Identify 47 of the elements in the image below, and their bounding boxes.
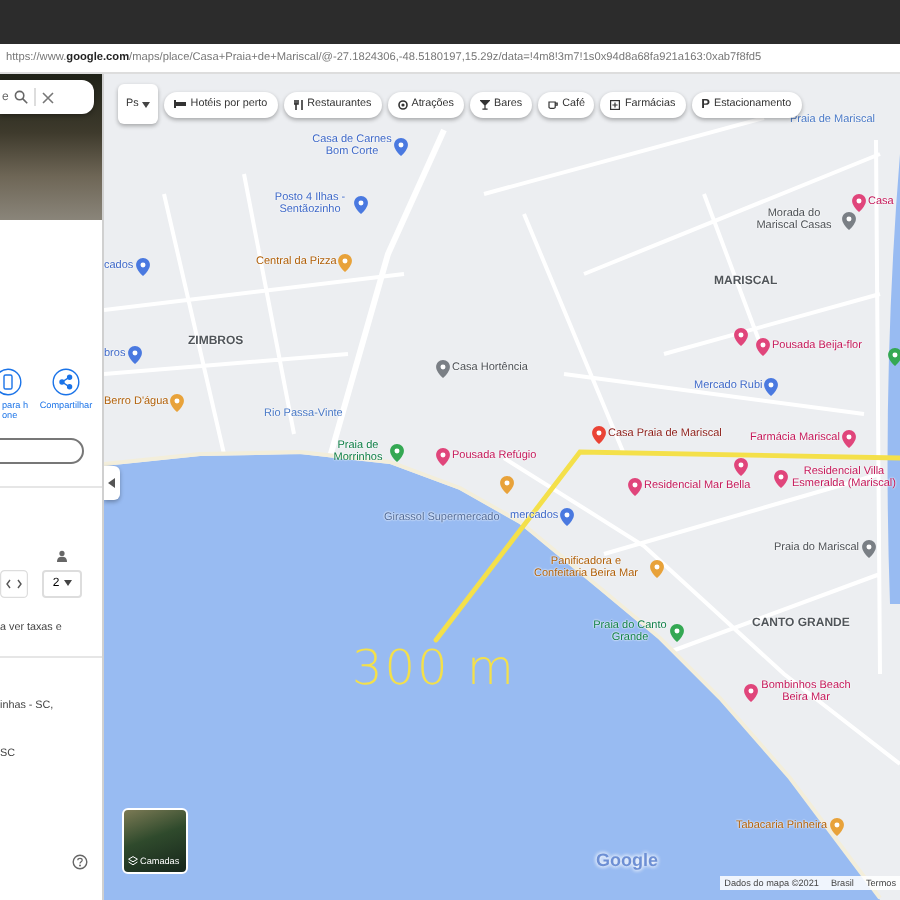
map-pin-icon[interactable] <box>354 195 368 214</box>
coffee-cup-icon <box>548 99 559 109</box>
distance-annotation: 300 m <box>352 640 516 696</box>
layers-icon <box>128 856 138 866</box>
map-pin-icon[interactable] <box>744 683 758 702</box>
cocktail-icon <box>480 99 490 109</box>
fork-knife-icon <box>293 99 304 109</box>
map-pin-icon[interactable] <box>734 328 748 346</box>
phone-icon[interactable] <box>0 368 22 396</box>
map-pin-icon[interactable] <box>127 346 142 364</box>
map-pin-icon[interactable] <box>394 137 408 156</box>
map-pin-icon[interactable] <box>592 426 606 444</box>
map-pin-icon[interactable] <box>560 508 575 526</box>
map-pin-icon[interactable] <box>650 559 664 578</box>
help-icon[interactable] <box>72 853 88 870</box>
share-icon[interactable] <box>52 368 80 396</box>
map-pin-icon[interactable] <box>170 394 185 412</box>
google-logo: Google <box>596 850 658 870</box>
map-pin-icon[interactable] <box>774 469 788 488</box>
map-pin-icon[interactable] <box>861 540 875 558</box>
map-pin-icon[interactable] <box>764 378 779 396</box>
caret-icon <box>63 580 72 587</box>
map-pin-icon[interactable] <box>436 360 450 378</box>
map-pin-icon[interactable] <box>852 194 866 212</box>
map-pin-icon[interactable] <box>135 258 150 276</box>
person-icon <box>56 549 68 562</box>
caret-icon <box>108 478 116 488</box>
map-pin-icon[interactable] <box>628 478 642 496</box>
caret-icon <box>142 101 151 107</box>
action-pill-button[interactable] <box>0 437 84 464</box>
map-pin-icon[interactable] <box>436 448 450 466</box>
close-icon[interactable] <box>42 91 55 103</box>
map-pin-icon[interactable] <box>670 623 684 642</box>
map-pin-icon[interactable] <box>734 458 748 476</box>
map-pin-icon[interactable] <box>338 254 353 272</box>
map-pin-icon[interactable] <box>756 338 770 356</box>
chevron-arrows-icon[interactable] <box>0 569 28 598</box>
map-pin-icon[interactable] <box>841 430 856 448</box>
map-pin-icon[interactable] <box>500 476 514 494</box>
map-pin-icon[interactable] <box>888 348 900 366</box>
map-pin-icon[interactable] <box>842 211 856 230</box>
search-icon[interactable] <box>14 90 29 104</box>
pharmacy-icon <box>610 99 621 109</box>
map-pin-icon[interactable] <box>829 818 844 836</box>
map-pin-icon[interactable] <box>390 443 404 462</box>
bed-icon <box>174 100 187 108</box>
collapse-panel-button[interactable] <box>104 466 120 500</box>
